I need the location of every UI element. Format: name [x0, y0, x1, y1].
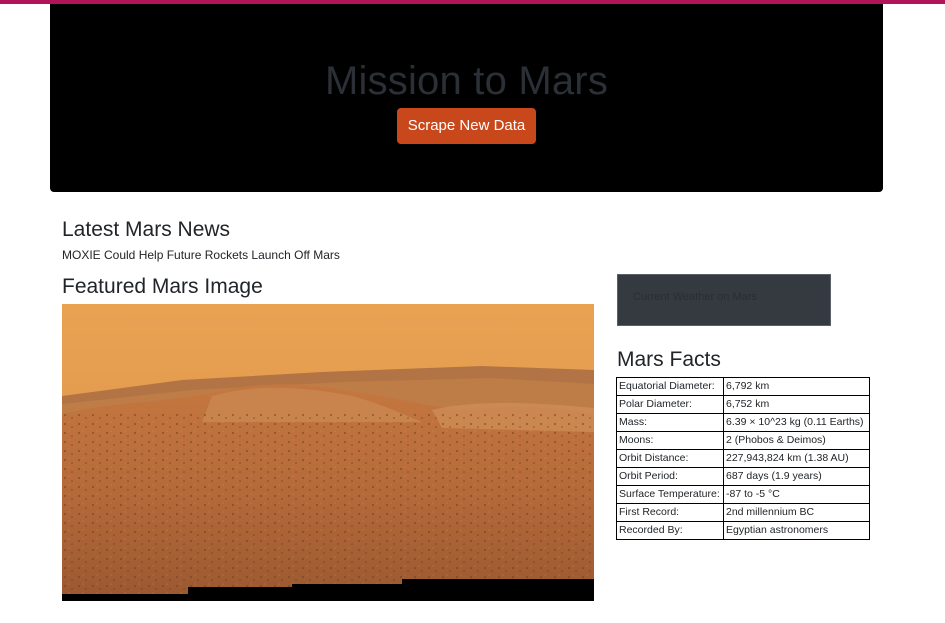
fact-value: 6.39 × 10^23 kg (0.11 Earths) [723, 413, 870, 432]
mars-facts-table: Equatorial Diameter: 6,792 km Polar Diam… [616, 377, 870, 540]
fact-value: 227,943,824 km (1.38 AU) [723, 449, 870, 468]
fact-label: Mass: [616, 413, 724, 432]
table-row: Mass: 6.39 × 10^23 kg (0.11 Earths) [616, 413, 870, 432]
table-row: Polar Diameter: 6,752 km [616, 395, 870, 414]
fact-label: Recorded By: [616, 521, 724, 540]
fact-value: 6,752 km [723, 395, 870, 414]
fact-label: Equatorial Diameter: [616, 377, 724, 396]
fact-label: Moons: [616, 431, 724, 450]
fact-label: First Record: [616, 503, 724, 522]
fact-value: 6,792 km [723, 377, 870, 396]
table-row: Recorded By: Egyptian astronomers [616, 521, 870, 540]
scrape-new-data-button[interactable]: Scrape New Data [397, 108, 536, 144]
featured-mars-image [62, 304, 594, 601]
fact-value: 2 (Phobos & Deimos) [723, 431, 870, 450]
fact-label: Orbit Distance: [616, 449, 724, 468]
page-title: Mission to Mars [324, 59, 609, 103]
table-row: First Record: 2nd millennium BC [616, 503, 870, 522]
table-row: Moons: 2 (Phobos & Deimos) [616, 431, 870, 450]
mars-facts-heading: Mars Facts [617, 348, 721, 371]
table-row: Orbit Distance: 227,943,824 km (1.38 AU) [616, 449, 870, 468]
fact-value: 687 days (1.9 years) [723, 467, 870, 486]
fact-label: Surface Temperature: [616, 485, 724, 504]
latest-news-heading: Latest Mars News [62, 218, 231, 241]
header-jumbotron: Mission to Mars Scrape New Data [50, 4, 883, 192]
fact-label: Polar Diameter: [616, 395, 724, 414]
fact-value: 2nd millennium BC [723, 503, 870, 522]
table-row: Surface Temperature: -87 to -5 °C [616, 485, 870, 504]
fact-label: Orbit Period: [616, 467, 724, 486]
weather-label: Current Weather on Mars [633, 291, 757, 303]
fact-value: -87 to -5 °C [723, 485, 870, 504]
table-row: Equatorial Diameter: 6,792 km [616, 377, 870, 396]
fact-value: Egyptian astronomers [723, 521, 870, 540]
news-title: MOXIE Could Help Future Rockets Launch O… [62, 248, 340, 262]
weather-panel: Current Weather on Mars [617, 274, 831, 326]
featured-image-heading: Featured Mars Image [62, 275, 263, 298]
table-row: Orbit Period: 687 days (1.9 years) [616, 467, 870, 486]
